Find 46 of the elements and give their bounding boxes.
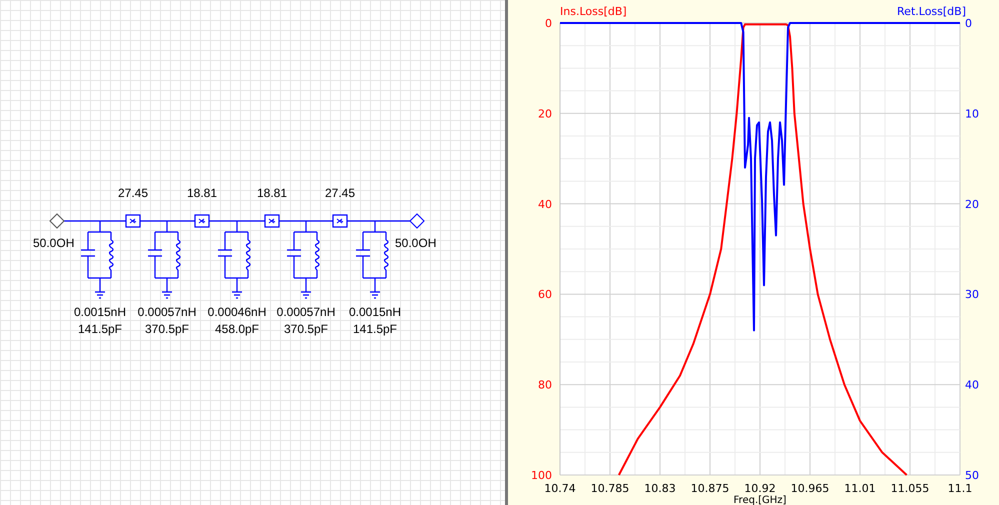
x-tick-label: 11.1 (948, 482, 972, 495)
y-tick-label: 40 (538, 198, 552, 211)
y-axis-title: Ins.Loss[dB] (560, 5, 627, 18)
inductance-value: 0.0015nH (74, 305, 126, 319)
y-tick-label: 10 (965, 107, 979, 120)
x-tick-label: 10.785 (590, 482, 630, 495)
inductance-value: 0.00057nH (276, 305, 336, 319)
capacitance-value: 370.5pF (284, 322, 328, 336)
y-tick-label: 20 (965, 198, 979, 211)
capacitance-value: 141.5pF (78, 322, 122, 336)
y-tick-label: 20 (538, 107, 552, 120)
x-axis-title: Freq.[GHz] (734, 495, 786, 505)
y-axis-title: Ret.Loss[dB] (897, 5, 966, 18)
coupling-value: 18.81 (256, 186, 288, 200)
port-impedance-label: 50.0OH (33, 236, 74, 250)
x-tick-label: 11.055 (890, 482, 930, 495)
inductance-value: 0.0015nH (348, 305, 402, 319)
y-tick-label: 60 (538, 288, 552, 302)
capacitance-value: 141.5pF (352, 322, 398, 336)
inductance-value: 0.00046nH (208, 305, 266, 319)
coupler-icon (264, 214, 280, 228)
coupling-value: 27.45 (324, 186, 356, 200)
capacitance-value: 458.0pF (214, 322, 260, 336)
x-tick-label: 11.01 (844, 482, 876, 495)
x-tick-label: 10.74 (544, 482, 576, 495)
port-impedance-label: 50.0OH (395, 236, 436, 250)
port-icon (409, 213, 425, 229)
x-tick-label: 10.83 (644, 482, 676, 495)
y-tick-label: 40 (965, 378, 979, 392)
inductance-value: 0.00057nH (138, 305, 196, 319)
y-tick-label: 0 (965, 17, 972, 30)
coupler-icon (332, 214, 348, 228)
x-tick-label: 10.92 (744, 482, 776, 495)
y-tick-label: 0 (545, 17, 552, 30)
coupler-icon (194, 214, 210, 228)
coupler-icon (125, 214, 141, 228)
x-tick-label: 10.875 (690, 482, 730, 495)
coupling-value: 27.45 (118, 186, 148, 200)
y-tick-label: 30 (965, 288, 979, 302)
x-tick-label: 10.965 (790, 482, 830, 495)
coupling-value: 18.81 (186, 186, 218, 200)
y-tick-label: 80 (538, 378, 552, 392)
y-tick-label: 50 (965, 469, 979, 482)
port-icon (49, 213, 65, 229)
y-tick-label: 100 (531, 469, 552, 482)
capacitance-value: 370.5pF (144, 322, 190, 336)
